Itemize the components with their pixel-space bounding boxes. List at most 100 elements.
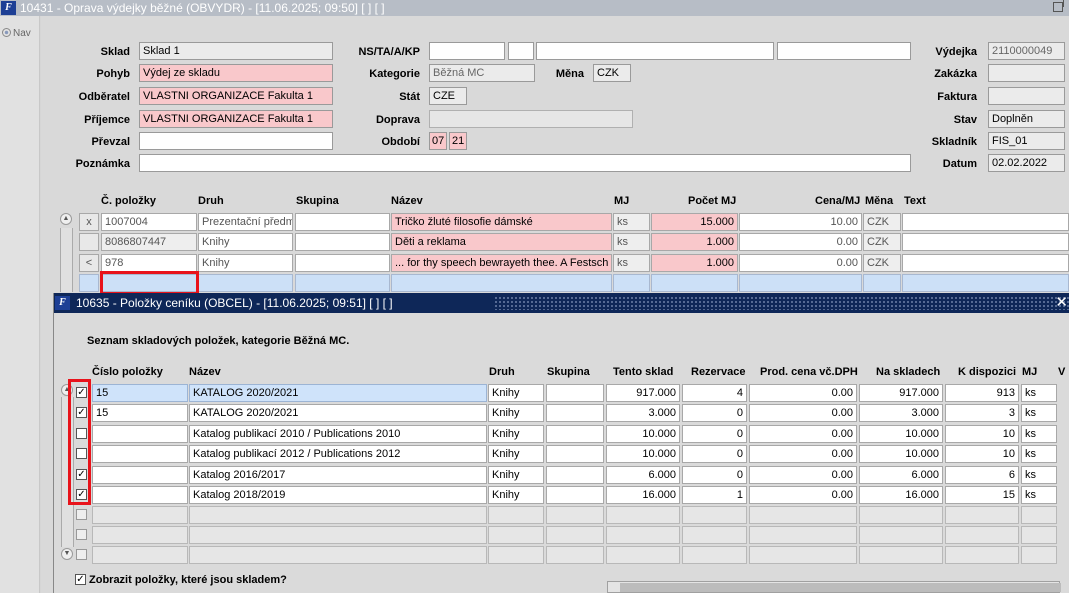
popup-druh[interactable]: Knihy <box>488 384 544 402</box>
item-text[interactable] <box>902 233 1069 251</box>
item-cislo[interactable]: 1007004 <box>101 213 197 231</box>
a-field[interactable] <box>536 42 774 60</box>
item-pocet[interactable]: 1.000 <box>651 254 738 272</box>
popup-nazev[interactable]: Katalog 2018/2019 <box>189 486 487 504</box>
popup-druh[interactable] <box>488 546 544 564</box>
popup-cislo[interactable] <box>92 466 188 484</box>
kategorie-field[interactable]: Běžná MC <box>429 64 535 82</box>
popup-tento-sklad[interactable]: 6.000 <box>606 466 680 484</box>
popup-k-dispozici[interactable] <box>945 526 1019 544</box>
row-indicator[interactable] <box>79 233 99 251</box>
popup-tento-sklad[interactable]: 10.000 <box>606 425 680 443</box>
popup-skupina[interactable] <box>546 506 604 524</box>
popup-cislo[interactable] <box>92 526 188 544</box>
item-cislo[interactable]: 8086807447 <box>101 233 197 251</box>
popup-prod-cena[interactable]: 0.00 <box>749 384 857 402</box>
popup-nazev[interactable]: Katalog publikací 2010 / Publications 20… <box>189 425 487 443</box>
obdobi-year-field[interactable]: 21 <box>449 132 467 150</box>
popup-na-skladech[interactable]: 3.000 <box>859 404 943 422</box>
popup-prod-cena[interactable]: 0.00 <box>749 404 857 422</box>
popup-na-skladech[interactable]: 917.000 <box>859 384 943 402</box>
new-item-druh[interactable] <box>198 274 293 292</box>
restore-window-icon[interactable] <box>1053 0 1064 12</box>
popup-na-skladech[interactable]: 10.000 <box>859 445 943 463</box>
odberatel-field[interactable]: VLASTNI ORGANIZACE Fakulta 1 <box>139 87 333 105</box>
poznamka-field[interactable] <box>139 154 911 172</box>
popup-rezervace[interactable]: 4 <box>682 384 747 402</box>
popup-nazev[interactable] <box>189 526 487 544</box>
item-mj[interactable]: ks <box>613 233 650 251</box>
item-text[interactable] <box>902 213 1069 231</box>
popup-rezervace[interactable] <box>682 526 747 544</box>
new-item-mj[interactable] <box>613 274 650 292</box>
popup-druh[interactable] <box>488 526 544 544</box>
zakazka-field[interactable] <box>988 64 1065 82</box>
item-mena[interactable]: CZK <box>863 213 901 231</box>
item-druh[interactable]: Prezentační předm <box>198 213 293 231</box>
popup-rezervace[interactable]: 0 <box>682 404 747 422</box>
popup-mj[interactable] <box>1021 526 1057 544</box>
popup-rezervace[interactable]: 0 <box>682 466 747 484</box>
popup-prod-cena[interactable]: 0.00 <box>749 486 857 504</box>
item-cislo[interactable]: 978 <box>101 254 197 272</box>
popup-druh[interactable]: Knihy <box>488 425 544 443</box>
popup-nazev[interactable] <box>189 506 487 524</box>
popup-rezervace[interactable]: 1 <box>682 486 747 504</box>
popup-na-skladech[interactable] <box>859 506 943 524</box>
stav-field[interactable]: Doplněn <box>988 110 1065 128</box>
nav-button[interactable]: Nav <box>2 28 31 39</box>
item-mena[interactable]: CZK <box>863 254 901 272</box>
popup-nazev[interactable]: KATALOG 2020/2021 <box>189 404 487 422</box>
popup-druh[interactable]: Knihy <box>488 486 544 504</box>
popup-cislo[interactable] <box>92 506 188 524</box>
popup-druh[interactable]: Knihy <box>488 404 544 422</box>
popup-hscrollbar[interactable] <box>607 581 1061 593</box>
item-cena[interactable]: 10.00 <box>739 213 862 231</box>
row-indicator[interactable]: < <box>79 254 99 272</box>
item-mena[interactable]: CZK <box>863 233 901 251</box>
item-druh[interactable]: Knihy <box>198 254 293 272</box>
item-cena[interactable]: 0.00 <box>739 233 862 251</box>
popup-tento-sklad[interactable]: 10.000 <box>606 445 680 463</box>
new-item-cena[interactable] <box>739 274 862 292</box>
popup-nazev[interactable]: KATALOG 2020/2021 <box>189 384 487 402</box>
ns-field[interactable] <box>429 42 505 60</box>
popup-k-dispozici[interactable]: 15 <box>945 486 1019 504</box>
new-item-nazev[interactable] <box>391 274 612 292</box>
popup-tento-sklad[interactable] <box>606 546 680 564</box>
item-druh[interactable]: Knihy <box>198 233 293 251</box>
item-skupina[interactable] <box>295 213 390 231</box>
new-item-skupina[interactable] <box>295 274 390 292</box>
popup-tento-sklad[interactable]: 16.000 <box>606 486 680 504</box>
item-pocet[interactable]: 15.000 <box>651 213 738 231</box>
item-mj[interactable]: ks <box>613 254 650 272</box>
popup-druh[interactable]: Knihy <box>488 445 544 463</box>
popup-k-dispozici[interactable]: 6 <box>945 466 1019 484</box>
obdobi-month-field[interactable]: 07 <box>429 132 447 150</box>
popup-cislo[interactable]: 15 <box>92 404 188 422</box>
popup-scroll-down-icon[interactable]: ▼ <box>61 548 73 560</box>
item-pocet[interactable]: 1.000 <box>651 233 738 251</box>
popup-na-skladech[interactable]: 10.000 <box>859 425 943 443</box>
popup-rezervace[interactable] <box>682 506 747 524</box>
popup-druh[interactable]: Knihy <box>488 466 544 484</box>
items-scrollbar[interactable] <box>60 228 73 292</box>
popup-na-skladech[interactable]: 16.000 <box>859 486 943 504</box>
popup-na-skladech[interactable]: 6.000 <box>859 466 943 484</box>
new-item-text[interactable] <box>902 274 1069 292</box>
row-indicator[interactable] <box>79 274 99 292</box>
item-mj[interactable]: ks <box>613 213 650 231</box>
popup-druh[interactable] <box>488 506 544 524</box>
popup-cislo[interactable] <box>92 425 188 443</box>
new-item-mena[interactable] <box>863 274 901 292</box>
popup-skupina[interactable] <box>546 466 604 484</box>
popup-mj[interactable]: ks <box>1021 404 1057 422</box>
hscroll-thumb[interactable] <box>620 583 1061 592</box>
popup-na-skladech[interactable] <box>859 526 943 544</box>
popup-cislo[interactable] <box>92 445 188 463</box>
item-nazev[interactable]: Děti a reklama <box>391 233 612 251</box>
row-checkbox[interactable] <box>76 549 87 560</box>
mena-field[interactable]: CZK <box>593 64 631 82</box>
stat-field[interactable]: CZE <box>429 87 467 105</box>
popup-cislo[interactable] <box>92 486 188 504</box>
